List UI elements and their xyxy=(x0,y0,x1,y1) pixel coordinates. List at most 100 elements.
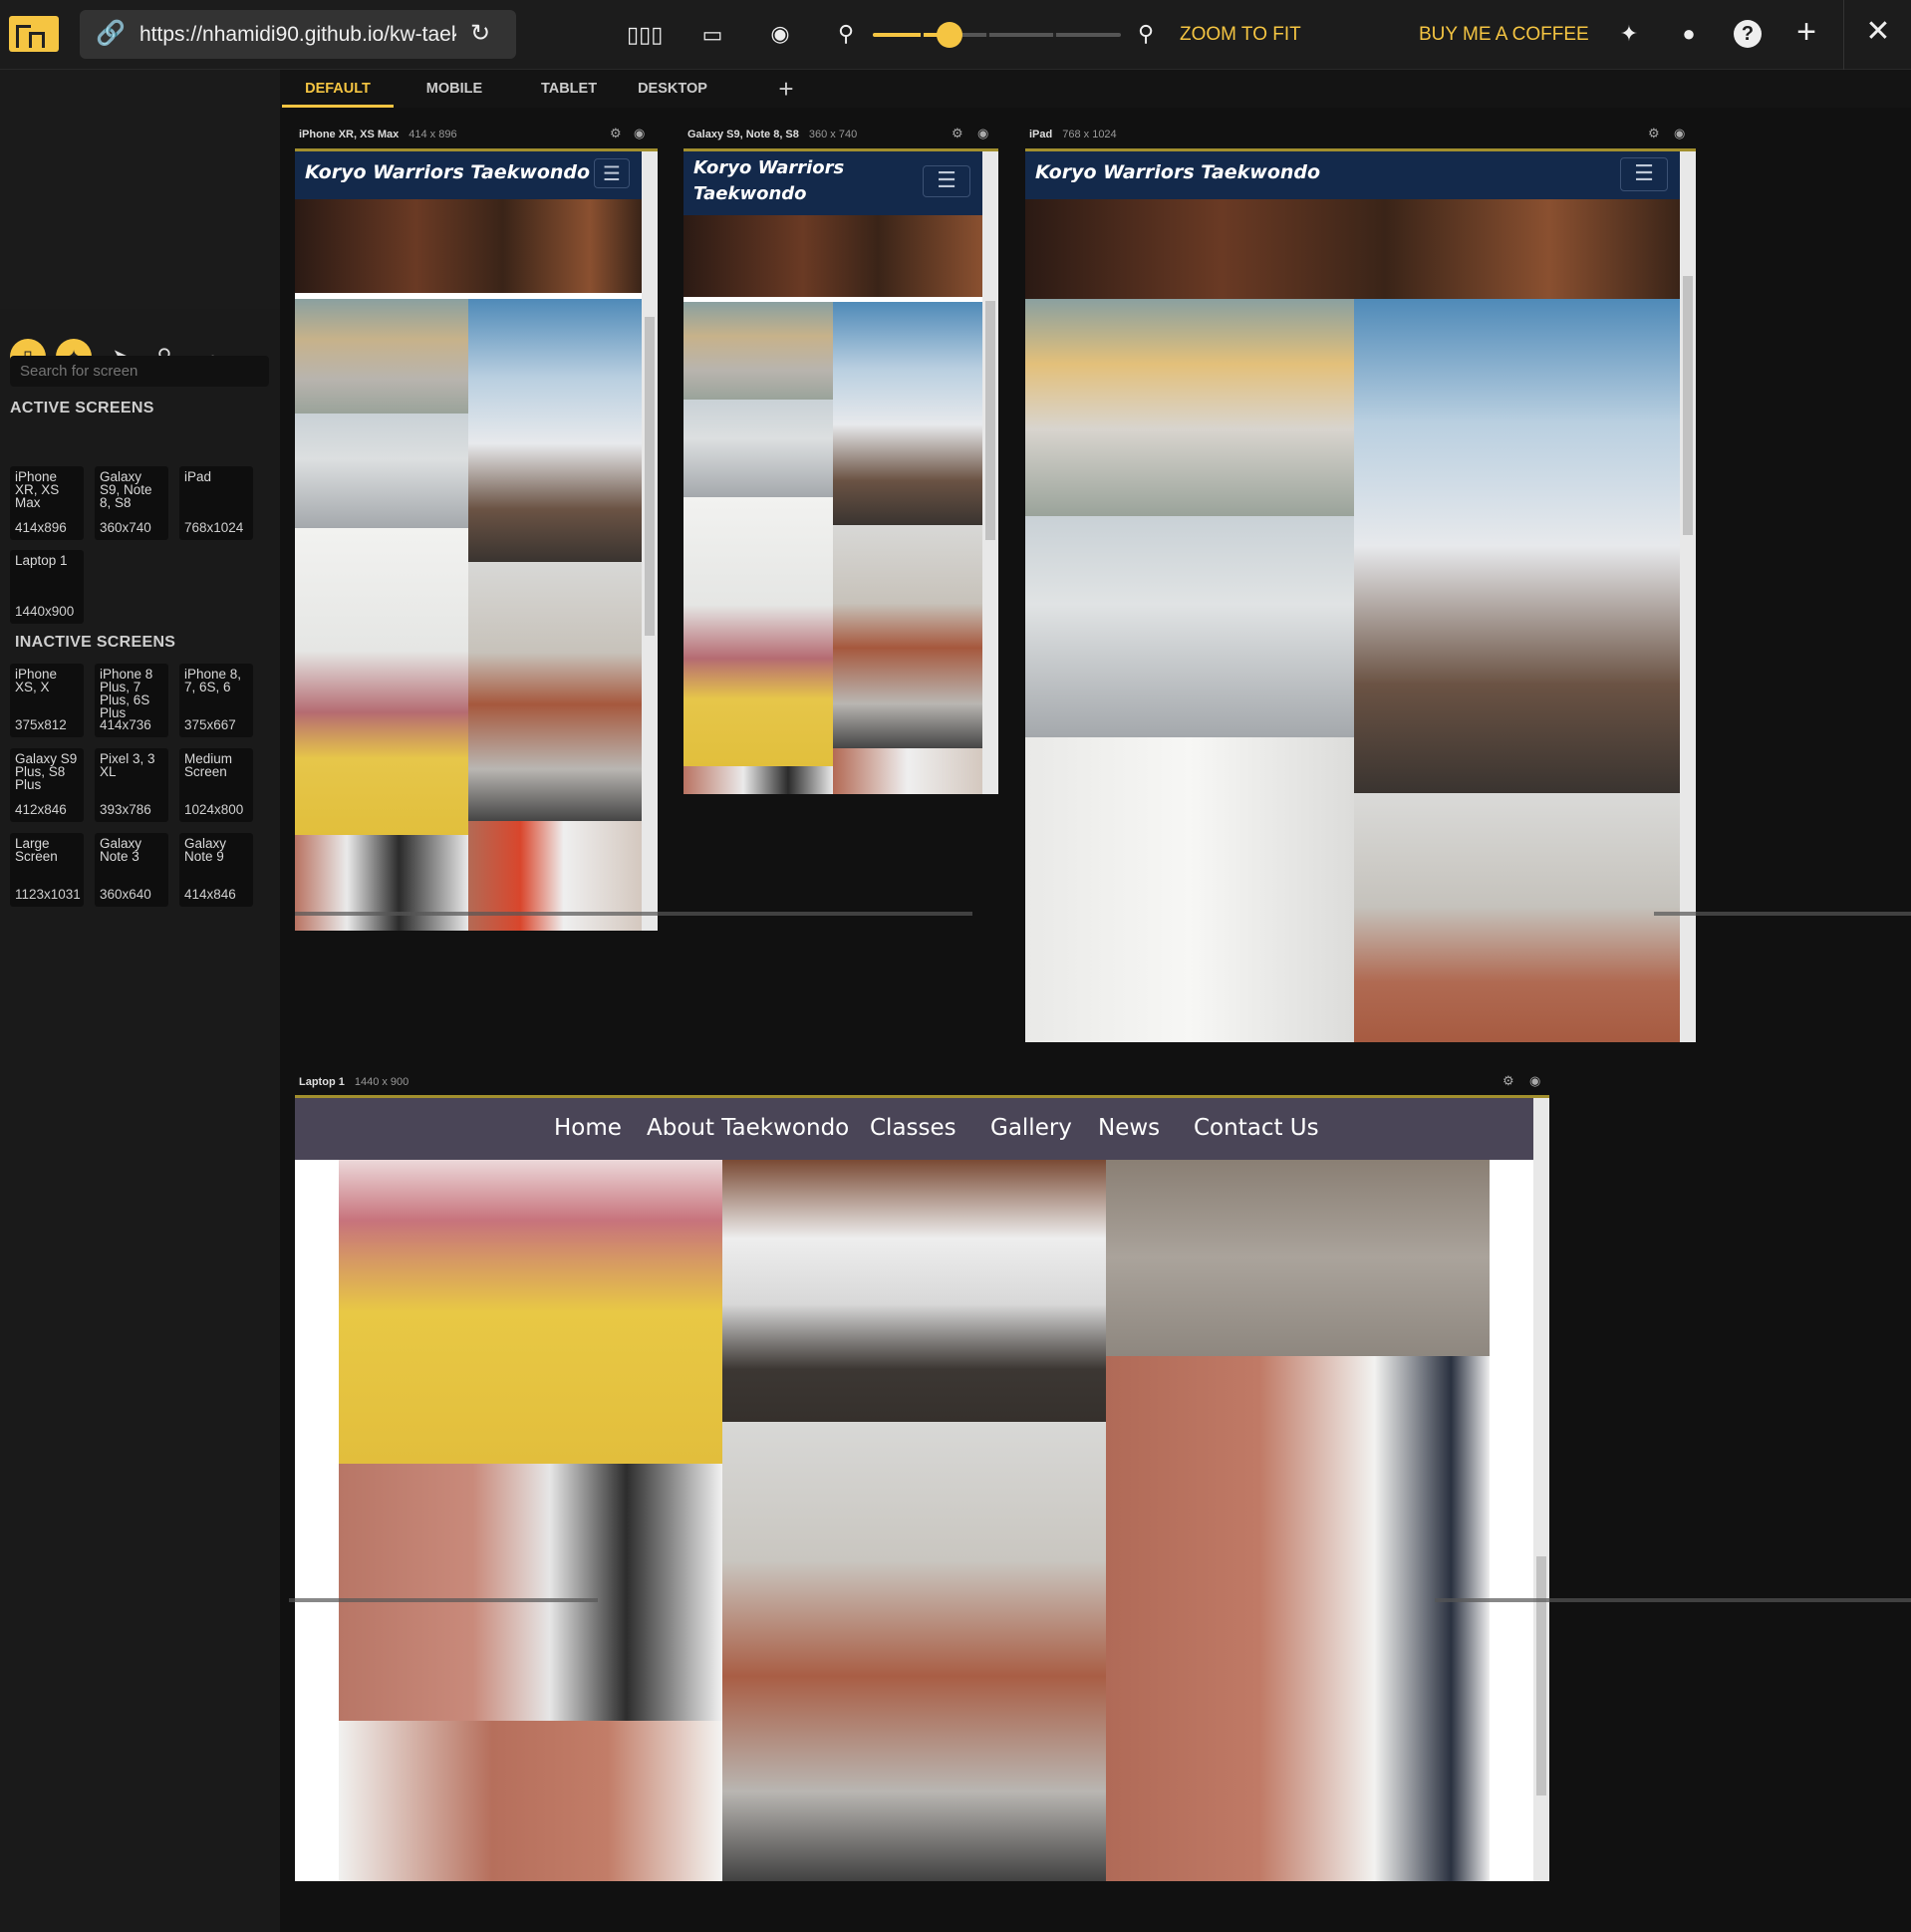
hamburger-icon[interactable]: ☰ xyxy=(1620,157,1668,191)
app-logo[interactable] xyxy=(9,16,59,52)
gallery-photo xyxy=(722,1422,1106,1881)
nav-news-link[interactable]: News xyxy=(1098,1115,1160,1141)
device-screenshot-icon[interactable]: ◉ xyxy=(977,126,988,141)
screen-size: 414x736 xyxy=(100,717,151,732)
twitter-icon[interactable]: ✦ xyxy=(1612,19,1646,49)
mobile-navbar: Koryo Warriors Taekwondo ☰ xyxy=(295,151,642,199)
tab-tablet[interactable]: TABLET xyxy=(519,70,619,108)
screen-search-input[interactable] xyxy=(10,356,269,387)
gallery-photo xyxy=(683,766,833,794)
iphone-scrollbar[interactable] xyxy=(642,151,658,931)
inactive-screen-card[interactable]: Galaxy Note 9 414x846 xyxy=(179,833,253,907)
zoom-to-fit-button[interactable]: ZOOM TO FIT xyxy=(1180,20,1301,50)
gallery-photo xyxy=(295,414,468,528)
screen-size: 1123x1031 xyxy=(15,887,81,902)
screen-name: Galaxy S9 Plus, S8 Plus xyxy=(15,752,78,792)
tab-desktop[interactable]: DESKTOP xyxy=(623,70,722,108)
close-icon[interactable]: ✕ xyxy=(1863,17,1893,47)
nav-contact-link[interactable]: Contact Us xyxy=(1194,1115,1319,1141)
inactive-screen-card[interactable]: iPhone XS, X 375x812 xyxy=(10,664,84,737)
zoom-out-icon[interactable]: ⚲ xyxy=(831,19,861,49)
gallery-photo xyxy=(722,1160,1106,1422)
zoom-in-icon[interactable]: ⚲ xyxy=(1131,19,1161,49)
gallery-photo xyxy=(833,302,982,525)
add-icon[interactable]: + xyxy=(1791,15,1821,49)
guide-line xyxy=(1654,912,1911,916)
gallery-photo xyxy=(1354,299,1680,793)
device-rotate-icon[interactable]: ▭ xyxy=(697,20,727,50)
screen-name: iPhone XR, XS Max xyxy=(15,470,60,510)
active-screen-card[interactable]: iPad 768x1024 xyxy=(179,466,253,540)
gallery-photo xyxy=(683,497,833,766)
ipad-viewport[interactable]: Koryo Warriors Taekwondo ☰ xyxy=(1025,148,1696,1042)
inactive-screen-card[interactable]: Pixel 3, 3 XL 393x786 xyxy=(95,748,168,822)
scrollbar-thumb[interactable] xyxy=(1536,1556,1546,1795)
zoom-tick xyxy=(1053,33,1056,37)
add-preset-icon[interactable]: + xyxy=(766,70,806,108)
inactive-screen-card[interactable]: Large Screen 1123x1031 xyxy=(10,833,84,907)
hamburger-icon[interactable]: ☰ xyxy=(923,165,970,197)
buy-me-a-coffee-link[interactable]: BUY ME A COFFEE xyxy=(1419,20,1589,50)
tab-mobile[interactable]: MOBILE xyxy=(405,70,504,108)
inactive-screen-card[interactable]: Galaxy Note 3 360x640 xyxy=(95,833,168,907)
nav-about-link[interactable]: About Taekwondo xyxy=(647,1115,849,1141)
screen-name: Galaxy S9, Note 8, S8 xyxy=(100,470,152,510)
device-settings-icon[interactable]: ⚙ xyxy=(1648,126,1660,141)
screen-size: 360x740 xyxy=(100,520,151,535)
ipad-scrollbar[interactable] xyxy=(1680,151,1696,1042)
gallery-photo xyxy=(1025,516,1354,737)
screen-size: 375x812 xyxy=(15,717,67,732)
laptop-navbar: Home About Taekwondo Classes Gallery New… xyxy=(295,1098,1533,1160)
inactive-screen-card[interactable]: iPhone 8, 7, 6S, 6 375x667 xyxy=(179,664,253,737)
top-toolbar: 🔗 https://nhamidi90.github.io/kw-taekw ↻… xyxy=(0,0,1911,70)
active-screen-card[interactable]: iPhone XR, XS Max 414x896 xyxy=(10,466,84,540)
url-input[interactable]: https://nhamidi90.github.io/kw-taekw xyxy=(139,23,456,47)
nav-gallery-link[interactable]: Gallery xyxy=(990,1115,1072,1141)
zoom-slider-track[interactable] xyxy=(873,33,1121,37)
scrollbar-thumb[interactable] xyxy=(1683,276,1693,535)
galaxy-scrollbar[interactable] xyxy=(982,151,998,794)
guide-line xyxy=(295,912,972,916)
columns-layout-icon[interactable]: ▯▯▯ xyxy=(627,20,663,50)
active-screens-title: ACTIVE SCREENS xyxy=(10,400,154,416)
device-screenshot-icon[interactable]: ◉ xyxy=(634,126,645,141)
brand-title[interactable]: Koryo Warriors Taekwondo xyxy=(1035,161,1320,183)
inactive-screen-card[interactable]: iPhone 8 Plus, 7 Plus, 6S Plus 414x736 xyxy=(95,664,168,737)
nav-home-link[interactable]: Home xyxy=(554,1115,622,1141)
active-screen-card[interactable]: Galaxy S9, Note 8, S8 360x740 xyxy=(95,466,168,540)
toolbar-divider xyxy=(1843,0,1844,70)
inactive-screen-card[interactable]: Galaxy S9 Plus, S8 Plus 412x846 xyxy=(10,748,84,822)
gallery-photo xyxy=(1025,299,1354,516)
screen-name: Pixel 3, 3 XL xyxy=(100,752,155,779)
device-settings-icon[interactable]: ⚙ xyxy=(1502,1073,1514,1089)
device-screenshot-icon[interactable]: ◉ xyxy=(1674,126,1685,141)
nav-classes-link[interactable]: Classes xyxy=(870,1115,956,1141)
galaxy-viewport[interactable]: Koryo Warriors Taekwondo ☰ xyxy=(683,148,998,794)
screen-name: Large Screen xyxy=(15,837,58,864)
github-icon[interactable]: ● xyxy=(1672,19,1706,49)
device-screenshot-icon[interactable]: ◉ xyxy=(1529,1073,1540,1089)
device-settings-icon[interactable]: ⚙ xyxy=(610,126,622,141)
hamburger-icon[interactable]: ☰ xyxy=(594,158,630,188)
scrollbar-thumb[interactable] xyxy=(985,301,995,540)
inactive-screen-card[interactable]: Medium Screen 1024x800 xyxy=(179,748,253,822)
address-bar[interactable]: 🔗 https://nhamidi90.github.io/kw-taekw ↻ xyxy=(80,10,516,59)
laptop-viewport[interactable]: Home About Taekwondo Classes Gallery New… xyxy=(295,1095,1549,1881)
zoom-slider-handle[interactable] xyxy=(937,22,963,48)
screen-size: 768x1024 xyxy=(184,520,244,535)
camera-icon[interactable]: ◉ xyxy=(765,19,795,49)
reload-icon[interactable]: ↻ xyxy=(470,19,490,49)
hero-image xyxy=(683,215,982,297)
help-icon[interactable]: ? xyxy=(1734,20,1762,48)
iphone-viewport[interactable]: Koryo Warriors Taekwondo ☰ xyxy=(295,148,658,931)
mobile-navbar: Koryo Warriors Taekwondo ☰ xyxy=(1025,151,1680,199)
laptop-scrollbar[interactable] xyxy=(1533,1098,1549,1881)
screen-name: iPhone XS, X xyxy=(15,668,58,694)
screen-name: iPhone 8 Plus, 7 Plus, 6S Plus xyxy=(100,668,153,717)
tab-default[interactable]: DEFAULT xyxy=(282,70,394,108)
scrollbar-thumb[interactable] xyxy=(645,317,655,636)
brand-title[interactable]: Koryo Warriors Taekwondo xyxy=(305,161,590,183)
screen-size: 393x786 xyxy=(100,802,151,817)
active-screen-card[interactable]: Laptop 1 1440x900 xyxy=(10,550,84,624)
device-settings-icon[interactable]: ⚙ xyxy=(952,126,963,141)
